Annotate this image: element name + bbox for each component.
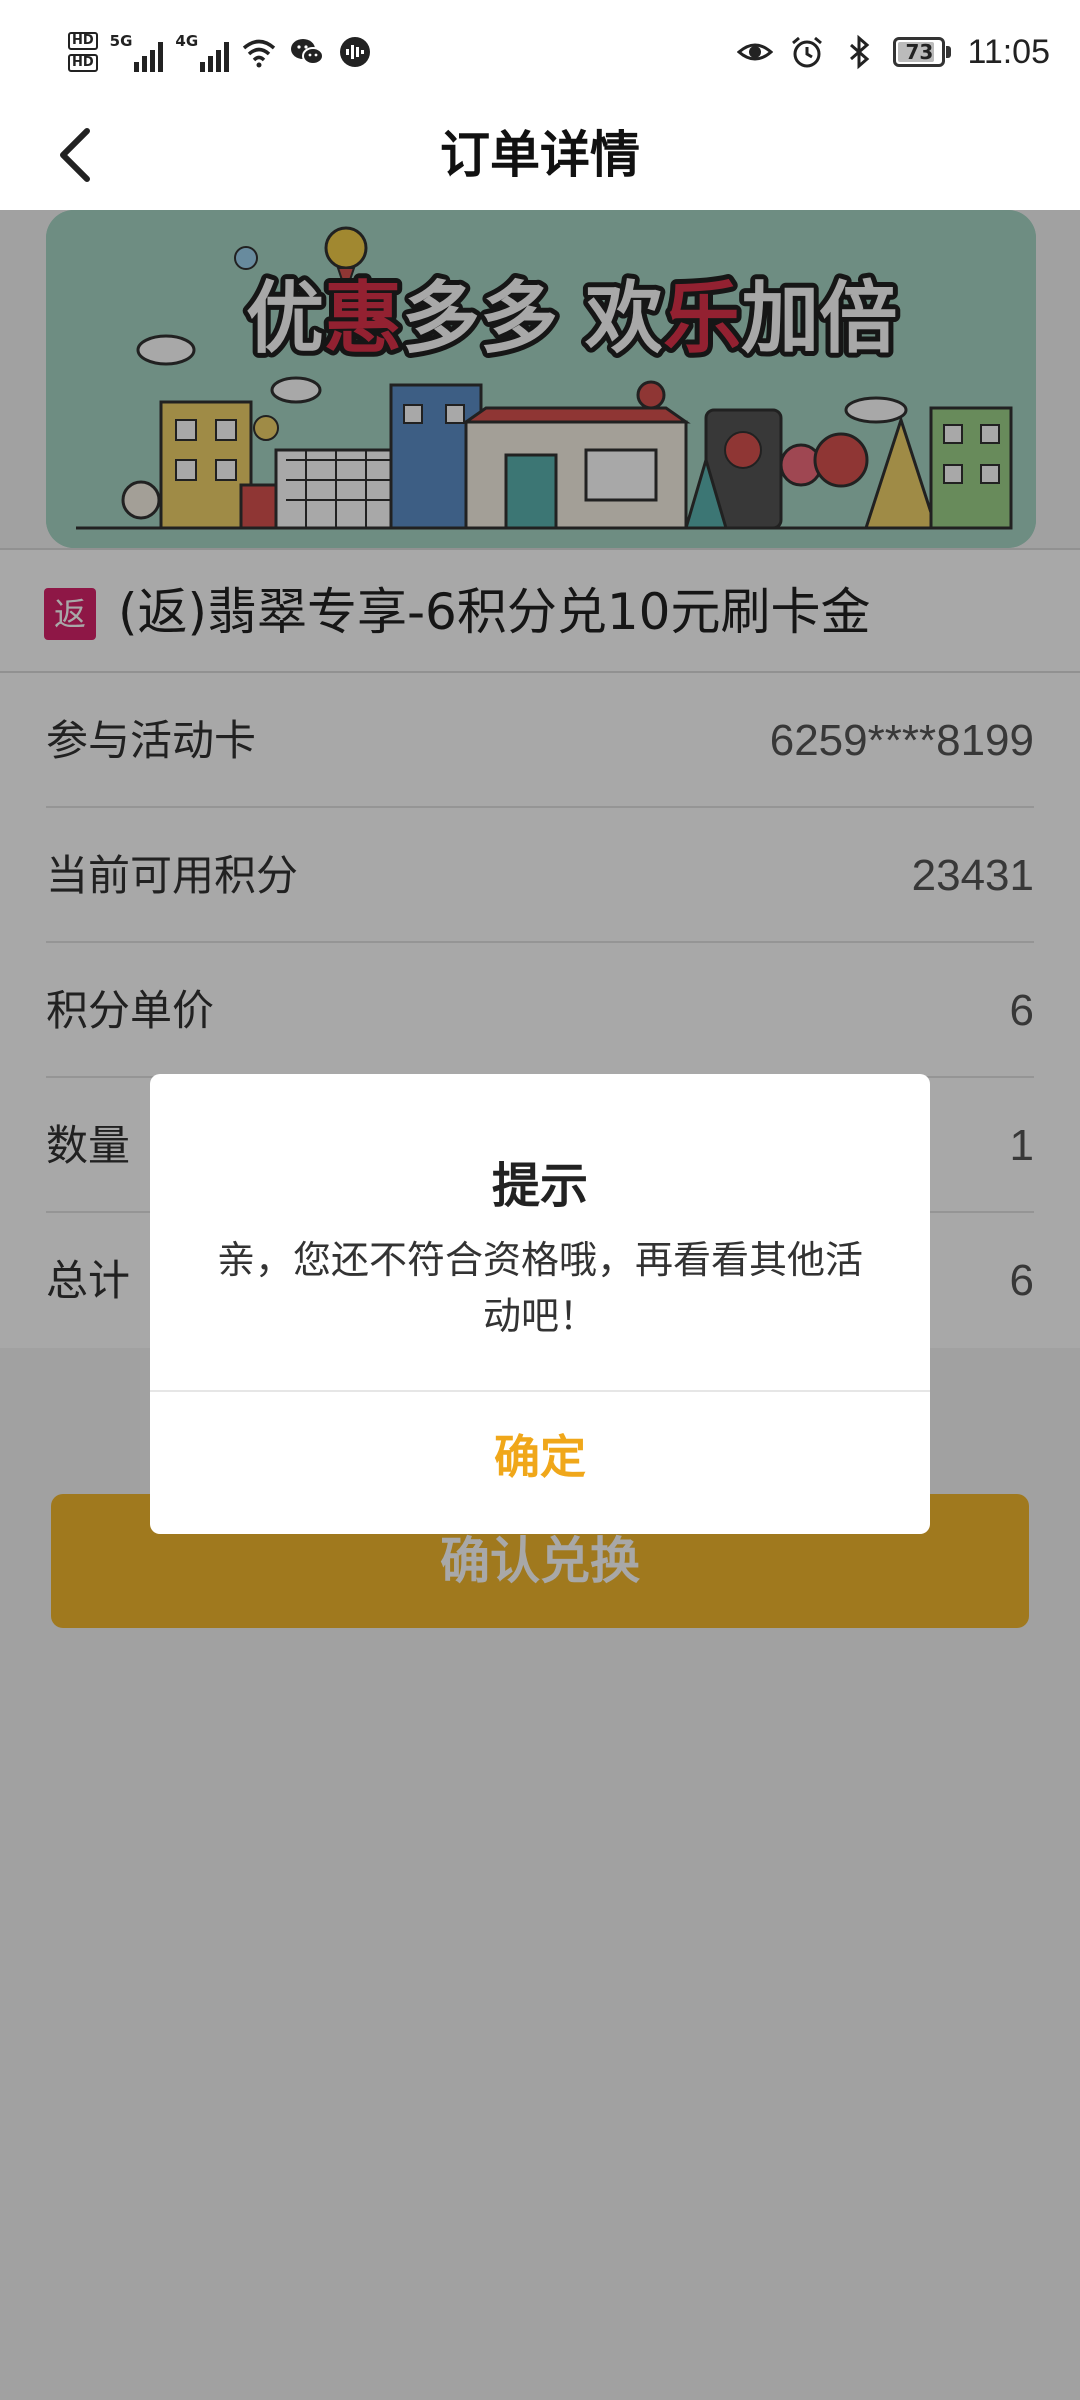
dialog-title: 提示	[491, 1158, 588, 1214]
hd-badge: HD	[68, 54, 98, 72]
dialog-message: 亲，您还不符合资格哦，再看看其他活动吧！	[216, 1238, 863, 1338]
bluetooth-icon	[850, 34, 870, 70]
battery-level: 73	[905, 40, 934, 64]
battery-icon: 73	[893, 37, 952, 67]
status-bar-left: HD HD 5G 4G	[68, 28, 373, 76]
page-title: 订单详情	[440, 126, 640, 184]
alert-dialog: 提示 亲，您还不符合资格哦，再看看其他活动吧！ 确定	[150, 1074, 930, 1534]
signal-4g-icon: 4G	[175, 32, 230, 72]
status-bar-right: 73 11:05	[737, 28, 1050, 76]
hd-badges: HD HD	[68, 32, 98, 72]
hd-badge: HD	[68, 32, 98, 50]
nav-bar: 订单详情	[0, 100, 1080, 210]
wechat-icon	[291, 39, 325, 65]
alarm-icon	[792, 36, 823, 68]
status-time: 11:05	[967, 32, 1050, 71]
status-bar: HD HD 5G 4G 73 11:05	[0, 0, 1080, 100]
network-type-label: 5G	[109, 32, 133, 50]
wifi-icon	[243, 39, 276, 68]
eye-icon	[737, 43, 774, 61]
voice-assistant-icon	[340, 37, 371, 67]
dialog-ok-button[interactable]: 确定	[150, 1392, 930, 1534]
signal-5g-icon: 5G	[110, 32, 164, 72]
network-type-label: 4G	[175, 32, 199, 50]
